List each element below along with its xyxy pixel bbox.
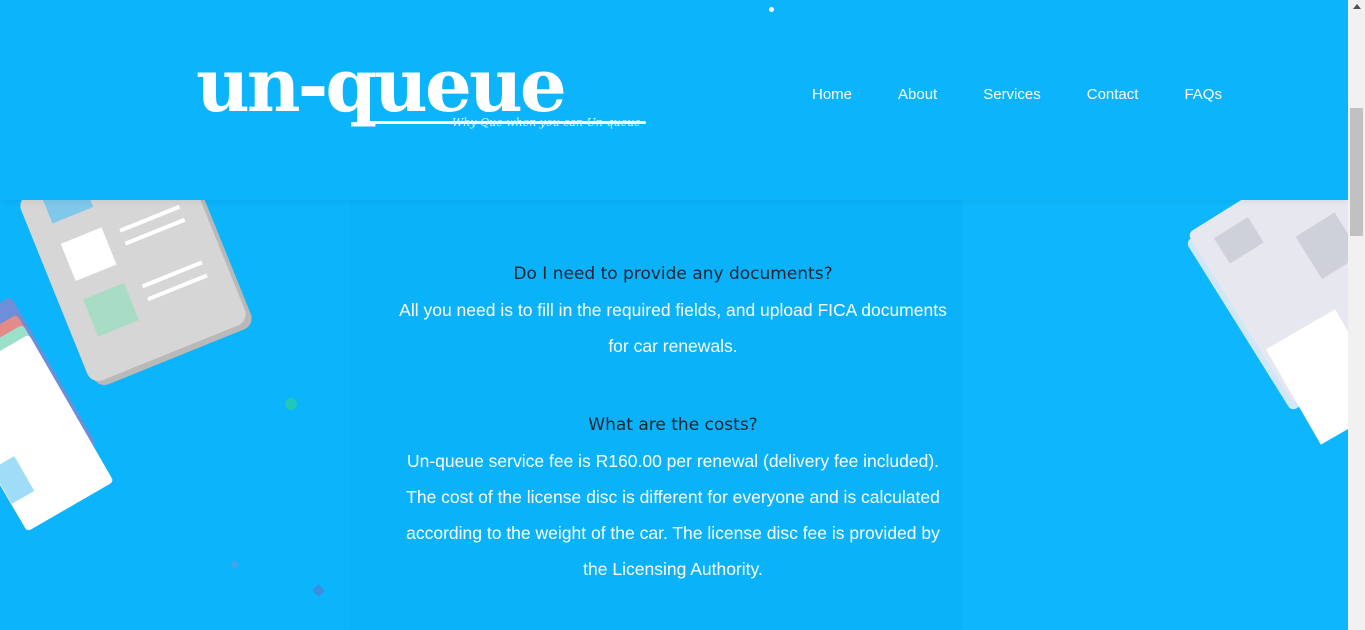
faq-item: What are the costs? Un-queue service fee…	[390, 407, 956, 587]
decor-diamond	[312, 584, 325, 597]
faq-question: Do I need to provide any documents?	[513, 264, 833, 284]
faq-item: Do I need to provide any documents? All …	[390, 256, 956, 364]
main-nav: Home About Services Contact FAQs	[812, 86, 1222, 103]
cards-illustration	[0, 296, 114, 532]
nav-faqs[interactable]: FAQs	[1184, 86, 1222, 103]
nav-contact[interactable]: Contact	[1087, 86, 1139, 103]
nav-home[interactable]: Home	[812, 86, 852, 103]
faq-question: What are the costs?	[588, 415, 758, 435]
nav-services[interactable]: Services	[983, 86, 1041, 103]
faq-answer-line: Un-queue service fee is R160.00 per rene…	[406, 451, 940, 471]
faq-answer-line: All you need is to fill in the required …	[399, 300, 947, 320]
page: un-queue Why Que when you can Un-queue H…	[0, 0, 1348, 630]
scrollbar-track[interactable]	[1348, 0, 1365, 630]
nav-about[interactable]: About	[898, 86, 937, 103]
decor-dot	[769, 7, 774, 12]
faq-answer-line: the Licensing Authority.	[583, 559, 763, 579]
scrollbar-thumb[interactable]	[1350, 108, 1363, 236]
logo[interactable]: un-queue Why Que when you can Un-queue	[196, 43, 646, 136]
faq-section: Do I need to provide any documents? All …	[390, 256, 956, 587]
decor-dot	[285, 398, 297, 410]
site-header: un-queue Why Que when you can Un-queue H…	[0, 0, 1348, 200]
faq-answer-line: for car renewals.	[608, 336, 738, 356]
faq-answer-line: The cost of the license disc is differen…	[406, 487, 940, 507]
chevron-up-icon[interactable]	[1348, 0, 1365, 17]
faq-answer-line: according to the weight of the car. The …	[406, 523, 940, 543]
decor-dot	[231, 561, 238, 568]
logo-tagline: Why Que when you can Un-queue	[452, 116, 641, 129]
logo-text: un-queue	[196, 43, 567, 129]
